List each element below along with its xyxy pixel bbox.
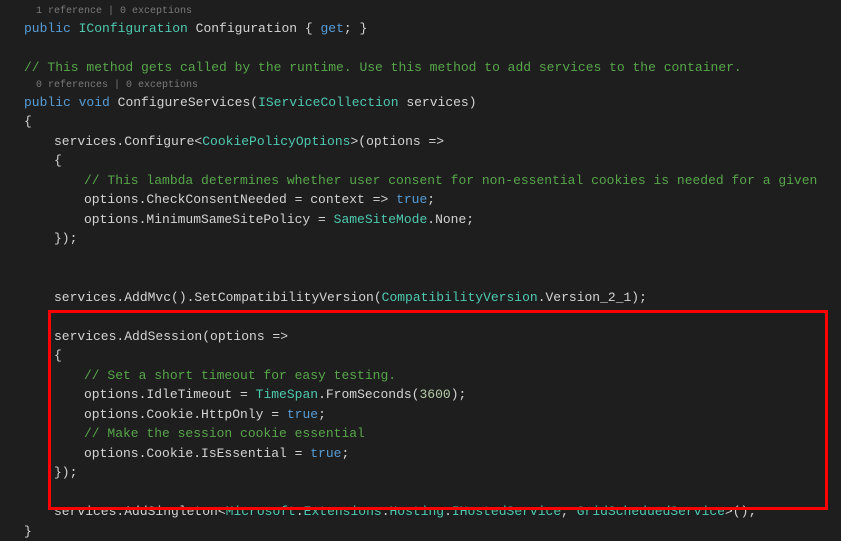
code-line: options.IdleTimeout = TimeSpan.FromSecon… (12, 385, 841, 405)
code-line: // This lambda determines whether user c… (12, 171, 841, 191)
code-lens-1[interactable]: 1 reference | 0 exceptions (24, 4, 841, 19)
blank-line (12, 39, 841, 59)
code-line: public IConfiguration Configuration { ge… (12, 19, 841, 39)
code-line: options.Cookie.IsEssential = true; (12, 444, 841, 464)
code-lens-2[interactable]: 0 references | 0 exceptions (24, 78, 841, 93)
blank-line (12, 268, 841, 288)
blank-line (12, 249, 841, 269)
code-line: { (12, 151, 841, 171)
code-line: }); (12, 463, 841, 483)
code-line: options.CheckConsentNeeded = context => … (12, 190, 841, 210)
code-line: // Make the session cookie essential (12, 424, 841, 444)
code-line: services.AddSingleton<Microsoft.Extensio… (12, 502, 841, 522)
code-line: public void ConfigureServices(IServiceCo… (12, 93, 841, 113)
code-line: }); (12, 229, 841, 249)
blank-line (12, 483, 841, 503)
code-line: services.AddMvc().SetCompatibilityVersio… (12, 288, 841, 308)
code-editor[interactable]: 1 reference | 0 exceptions public IConfi… (0, 4, 841, 541)
code-line: // Set a short timeout for easy testing. (12, 366, 841, 386)
code-line: { (12, 112, 841, 132)
code-line: { (12, 346, 841, 366)
code-line: services.AddSession(options => (12, 327, 841, 347)
code-line: // This method gets called by the runtim… (12, 58, 841, 78)
code-line: } (12, 522, 841, 541)
code-line: services.Configure<CookiePolicyOptions>(… (12, 132, 841, 152)
code-line: options.Cookie.HttpOnly = true; (12, 405, 841, 425)
blank-line (12, 307, 841, 327)
code-line: options.MinimumSameSitePolicy = SameSite… (12, 210, 841, 230)
